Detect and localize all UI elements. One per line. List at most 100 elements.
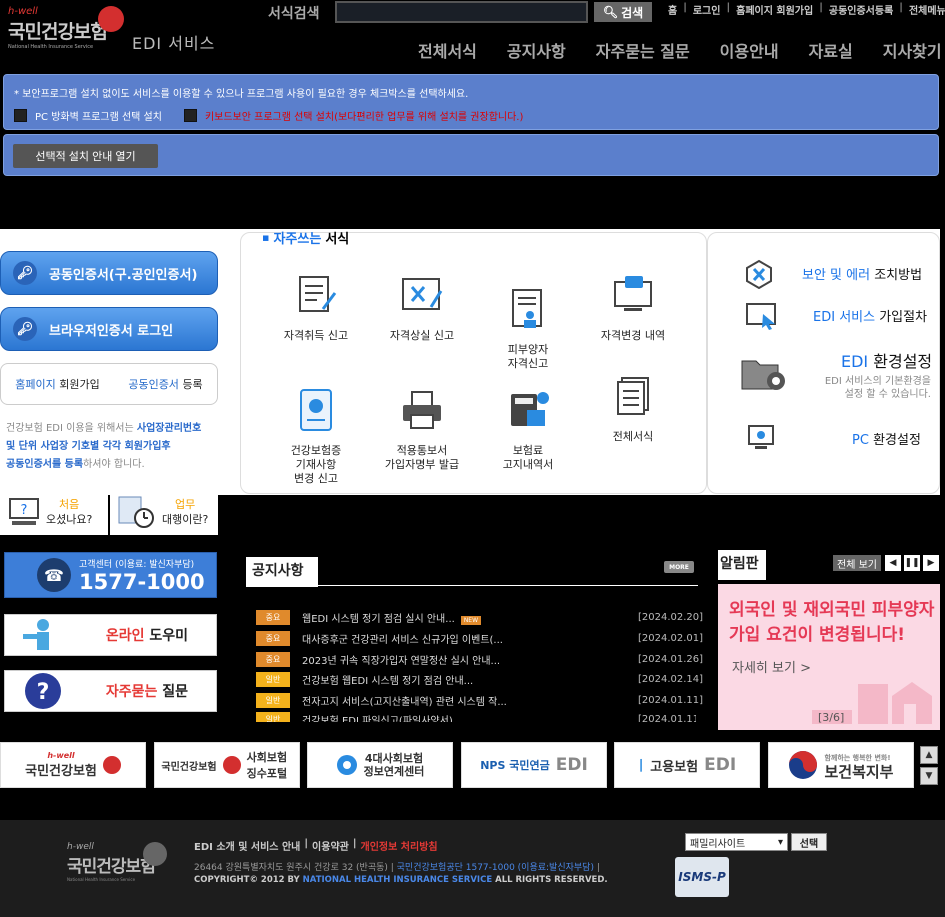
employment-logo-icon: ∣: [637, 757, 645, 773]
env-setting-icon-link[interactable]: [738, 351, 792, 401]
util-link-home[interactable]: 홈: [668, 2, 677, 17]
logo-en: National Health Insurance Service: [8, 44, 94, 50]
search-button-label: 검색: [621, 5, 644, 20]
form-change-history[interactable]: 자격변경 내역: [583, 273, 683, 343]
banner-nps-edi[interactable]: NPS 국민연금 EDI: [461, 742, 607, 788]
pc-setting-icon-link[interactable]: [747, 424, 777, 456]
document-pen-icon: [299, 276, 337, 312]
cert-login-button[interactable]: 🔑︎ 공동인증서(구.공인인증서): [0, 251, 218, 295]
nav-archive[interactable]: 자료실: [809, 38, 853, 62]
env-setting-label[interactable]: EDI 환경설정: [841, 348, 932, 372]
service-title: EDI 서비스: [132, 34, 216, 53]
agent-info-link[interactable]: 업무 대행이란?: [110, 489, 218, 535]
notice-tag: 일반: [256, 692, 290, 708]
key-icon: 🔑︎: [13, 317, 37, 341]
monitor-question-icon: ?: [9, 498, 39, 525]
notice-row-clip: 일반 건강보험 EDI 파일신고(파일사양서)... [2024.01.11]: [256, 710, 696, 722]
form-all[interactable]: 전체서식: [583, 374, 683, 444]
footer-link-about[interactable]: EDI 소개 및 서비스 안내: [194, 838, 300, 853]
cert-register-link[interactable]: 공동인증서 등록: [128, 376, 202, 392]
isms-badge: ISMS-P: [675, 857, 729, 897]
notice-row[interactable]: 일반 건강보험 EDI 파일신고(파일사양서)... [2024.01.11]: [256, 710, 696, 722]
banner-social-portal[interactable]: 국민건강보험 사회보험 징수포털: [154, 742, 300, 788]
security-error-label[interactable]: 보안 및 에러 조치방법: [802, 264, 922, 283]
browser-cert-label: 브라우저인증서 로그인: [49, 323, 174, 339]
banner-employment-edi[interactable]: ∣ 고용보험 EDI: [614, 742, 760, 788]
footer-heart-icon: [143, 842, 167, 866]
search-button[interactable]: 🔍︎ 검색: [594, 2, 652, 22]
chevron-down-icon: ▾: [777, 836, 783, 848]
nav-guide[interactable]: 이용안내: [720, 38, 779, 62]
next-icon[interactable]: ▶: [923, 555, 939, 571]
faq-link[interactable]: ? 자주묻는 질문: [4, 670, 217, 712]
util-link-sitemap[interactable]: 전체메뉴: [909, 2, 945, 17]
keyboard-security-label: 키보드보안 프로그램 선택 설치(보다편리한 업무를 위해 설치를 권장합니다.…: [204, 112, 524, 123]
alert-more-link[interactable]: 자세히 보기 >: [732, 657, 811, 676]
first-visit-link[interactable]: ? 처음 오셨나요?: [0, 489, 108, 535]
notice-date: [2024.01.26]: [638, 653, 704, 665]
browser-cert-login-button[interactable]: 🔑︎ 브라우저인증서 로그인: [0, 307, 218, 351]
calculator-icon: [511, 392, 549, 426]
banner-mohw[interactable]: 함께하는 행복한 변화! 보건복지부: [768, 742, 914, 788]
svg-text:?: ?: [37, 680, 50, 705]
notice-title-text: 2023년 귀속 직장가입자 연말정산 실시 안내...: [302, 655, 501, 667]
new-badge: NEW: [460, 615, 482, 625]
footer-copyright: COPYRIGHT© 2012 BY NATIONAL HEALTH INSUR…: [194, 875, 608, 885]
install-guide-button[interactable]: 선택적 설치 안내 열기: [13, 144, 158, 168]
join-procedure-icon-link[interactable]: [745, 302, 779, 334]
banner-up-icon[interactable]: ▲: [920, 746, 938, 764]
security-note: * 보안프로그램 설치 없이도 서비스를 이용할 수 있으나 프로그램 사용이 …: [14, 89, 469, 100]
footer-link-terms[interactable]: 이용약관: [312, 838, 349, 853]
online-helper-link[interactable]: 온라인 도우미: [4, 614, 217, 656]
footer-link-privacy[interactable]: 개인정보 처리방침: [361, 838, 438, 853]
form-loss[interactable]: 자격상실 신고: [372, 273, 472, 343]
join-link[interactable]: 홈페이지 회원가입: [15, 376, 99, 392]
firewall-label: PC 방화벽 프로그램 선택 설치: [35, 112, 162, 123]
notice-row[interactable]: 중요 웹EDI 시스템 정기 점검 실시 안내... NEW [2024.02.2…: [256, 607, 704, 627]
notice-more-button[interactable]: MORE: [664, 561, 694, 573]
notice-date: [2024.01.11]: [638, 713, 696, 723]
form-card-change[interactable]: 건강보험증 기재사항 변경 신고: [266, 374, 366, 500]
notice-date: [2024.02.20]: [638, 611, 704, 623]
form-dependent[interactable]: 피부양자 자격신고: [478, 273, 578, 385]
cert-login-label: 공동인증서(구.공인인증서): [49, 267, 198, 283]
util-link-join[interactable]: 홈페이지 회원가입: [736, 2, 813, 17]
notice-row[interactable]: 중요 2023년 귀속 직장가입자 연말정산 실시 안내... [2024.01…: [256, 649, 704, 669]
notice-row[interactable]: 일반 건강보험 웹EDI 시스템 정기 점검 안내... [2024.02.14…: [256, 669, 703, 689]
notice-title-text: 건강보험 웹EDI 시스템 정기 점검 안내...: [302, 675, 474, 687]
alert-all-button[interactable]: 전체 보기: [833, 555, 881, 571]
banner-nhis[interactable]: h-well 국민건강보험: [0, 742, 146, 788]
family-site-select[interactable]: 패밀리사이트 ▾: [685, 833, 788, 851]
form-acquire[interactable]: 자격취득 신고: [266, 273, 366, 343]
heart-icon: [222, 756, 241, 774]
keyboard-security-checkbox[interactable]: [183, 109, 197, 122]
form-premium-notice[interactable]: 보험료 고지내역서: [478, 374, 578, 486]
pc-setting-label[interactable]: PC 환경설정: [852, 429, 921, 448]
monitor-chat-icon: [614, 276, 652, 311]
banner-down-icon[interactable]: ▼: [920, 767, 938, 785]
notice-row[interactable]: 중요 대사증후군 건강관리 서비스 신규가입 이벤트(... [2024.02.…: [256, 628, 704, 648]
notice-date: [2024.02.01]: [638, 632, 704, 644]
notice-title[interactable]: 공지사항: [246, 557, 318, 587]
nav-branch[interactable]: 지사찾기: [883, 38, 942, 62]
pause-icon[interactable]: ❚❚: [904, 555, 920, 571]
util-link-cert[interactable]: 공동인증서등록: [829, 2, 893, 17]
form-notice-issue[interactable]: 적용통보서 가입자명부 발급: [372, 374, 472, 486]
join-procedure-label[interactable]: EDI 서비스 가입절차: [813, 306, 927, 325]
customer-center-box[interactable]: ☎ 고객센터 (이용료: 발신자부담) 1577-1000: [4, 552, 217, 598]
document-x-icon: [402, 278, 443, 310]
nav-all-forms[interactable]: 전체서식: [418, 38, 477, 62]
search-input[interactable]: [335, 1, 588, 23]
nav-notice[interactable]: 공지사항: [507, 38, 566, 62]
banner-4insurance[interactable]: 4대사회보험 정보연계센터: [307, 742, 453, 788]
footer-links: EDI 소개 및 서비스 안내 | 이용약관 | 개인정보 처리방침: [194, 838, 438, 853]
nav-faq[interactable]: 자주묻는 질문: [596, 38, 690, 62]
security-error-link[interactable]: [743, 259, 775, 293]
footer-logo: h-well 국민건강보험 National Health Insurance …: [67, 842, 156, 882]
prev-icon[interactable]: ◀: [885, 555, 901, 571]
notice-row[interactable]: 일반 전자고지 서비스(고지산출내역) 관련 시스템 작... [2024.01…: [256, 690, 703, 710]
util-link-login[interactable]: 로그인: [693, 2, 721, 17]
cs-number: 1577-1000: [79, 569, 205, 594]
family-site-go-button[interactable]: 선택: [791, 833, 827, 851]
firewall-checkbox[interactable]: [14, 109, 27, 122]
